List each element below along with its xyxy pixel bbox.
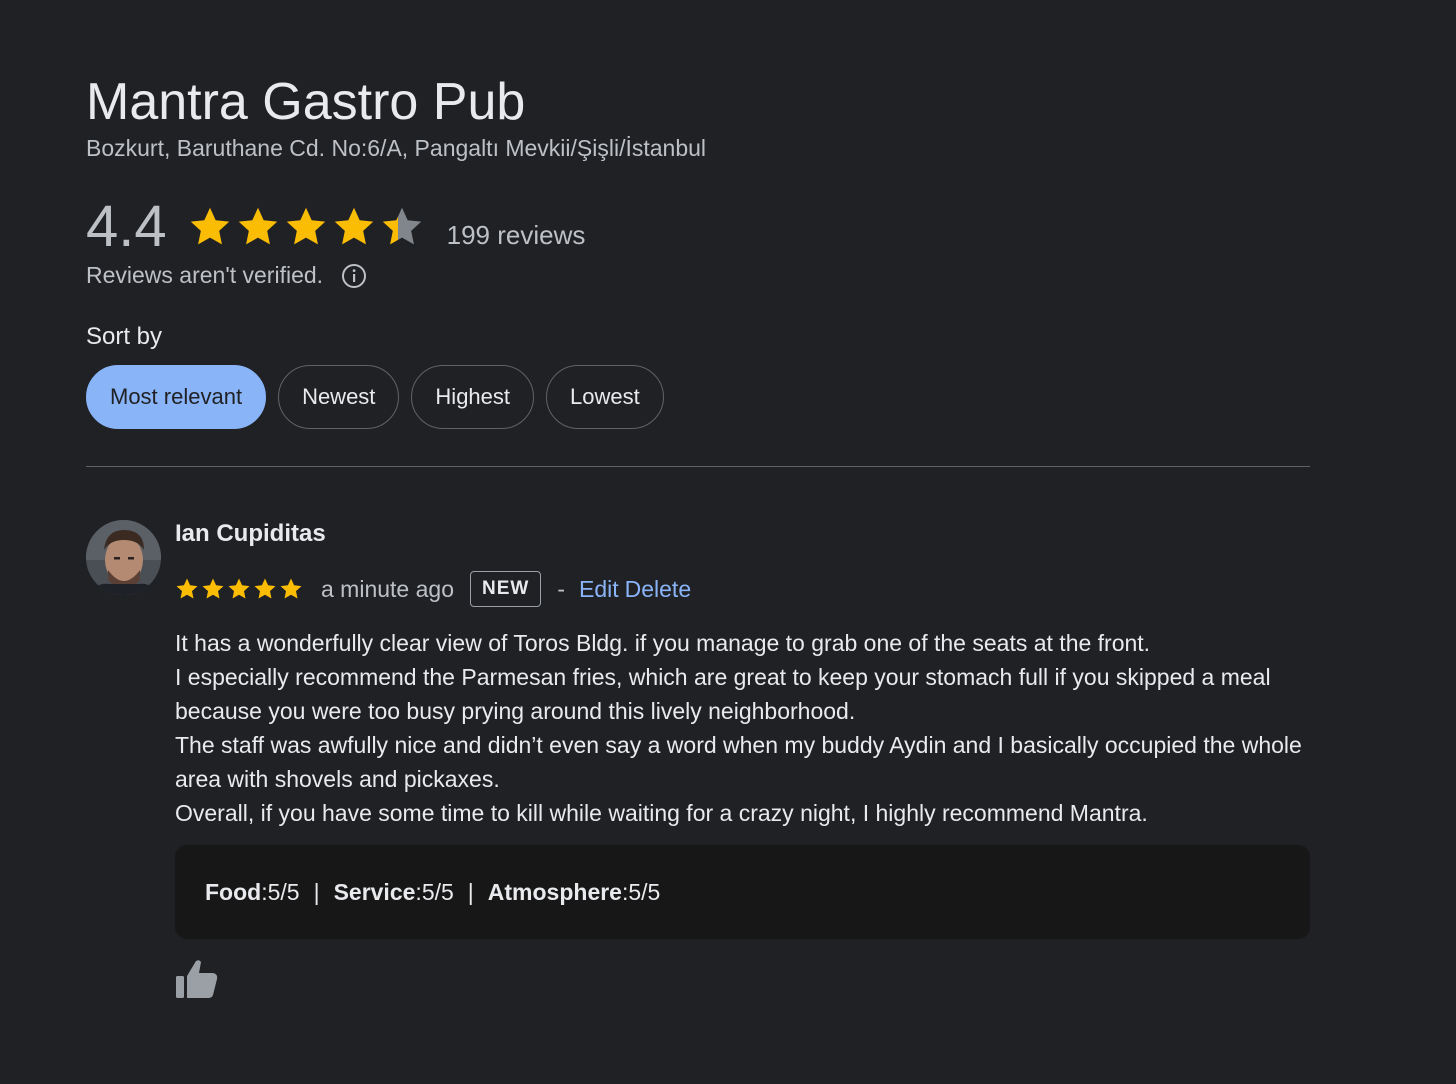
new-badge: NEW [469,571,542,607]
star-icon [202,578,224,599]
review-paragraph: The staff was awfully nice and didn’t ev… [175,732,1302,792]
sub-ratings-box: Food: 5/5 | Service: 5/5 | Atmosphere: 5… [175,845,1310,939]
thumbs-up-icon[interactable] [175,957,219,1001]
star-icon [334,207,373,245]
place-title: Mantra Gastro Pub [86,73,526,131]
rating-stars [187,205,427,249]
avatar[interactable] [86,520,161,595]
sort-chip-lowest[interactable]: Lowest [546,365,664,429]
rating-value: 4.4 [86,194,167,259]
unverified-note: Reviews aren't verified. [86,262,367,289]
service-label: Service [333,878,416,905]
edit-link[interactable]: Edit [579,576,619,603]
review-paragraph: Overall, if you have some time to kill w… [175,800,1148,826]
delete-link[interactable]: Delete [625,576,691,603]
divider [86,466,1310,467]
star-icon [176,578,198,599]
place-address: Bozkurt, Baruthane Cd. No:6/A, Pangaltı … [86,135,707,161]
atmosphere-value: 5/5 [628,878,661,905]
star-icon [238,207,277,245]
sort-label: Sort by [86,323,163,350]
sort-chip-newest[interactable]: Newest [278,365,400,429]
reviewer-name[interactable]: Ian Cupiditas [175,520,326,548]
atmosphere-label: Atmosphere [487,878,622,905]
sort-options: Most relevant Newest Highest Lowest [86,365,676,429]
food-value: 5/5 [267,878,300,905]
star-icon [228,578,250,599]
star-icon [280,578,302,599]
star-icon [254,578,276,599]
review-paragraph: It has a wonderfully clear view of Toros… [175,630,1151,656]
rating-summary: 4.4 199 reviews [86,192,585,262]
review-text: It has a wonderfully clear view of Toros… [175,626,1315,830]
review-stars [175,577,305,601]
unverified-text: Reviews aren't verified. [86,262,324,288]
sort-chip-most-relevant[interactable]: Most relevant [86,365,267,429]
service-value: 5/5 [421,878,454,905]
meta-separator: - [557,575,565,602]
review-time: a minute ago [321,575,454,602]
review-meta: a minute ago NEW - Edit Delete [175,568,691,610]
review-paragraph: I especially recommend the Parmesan frie… [175,664,1271,724]
food-label: Food [205,878,262,905]
review-count[interactable]: 199 reviews [447,220,586,251]
star-icon [286,207,325,245]
sort-chip-highest[interactable]: Highest [411,365,535,429]
info-circle-icon[interactable] [341,263,367,289]
star-icon [382,207,421,245]
reviews-page: Mantra Gastro Pub Bozkurt, Baruthane Cd.… [0,0,1456,1084]
star-icon [190,207,229,245]
